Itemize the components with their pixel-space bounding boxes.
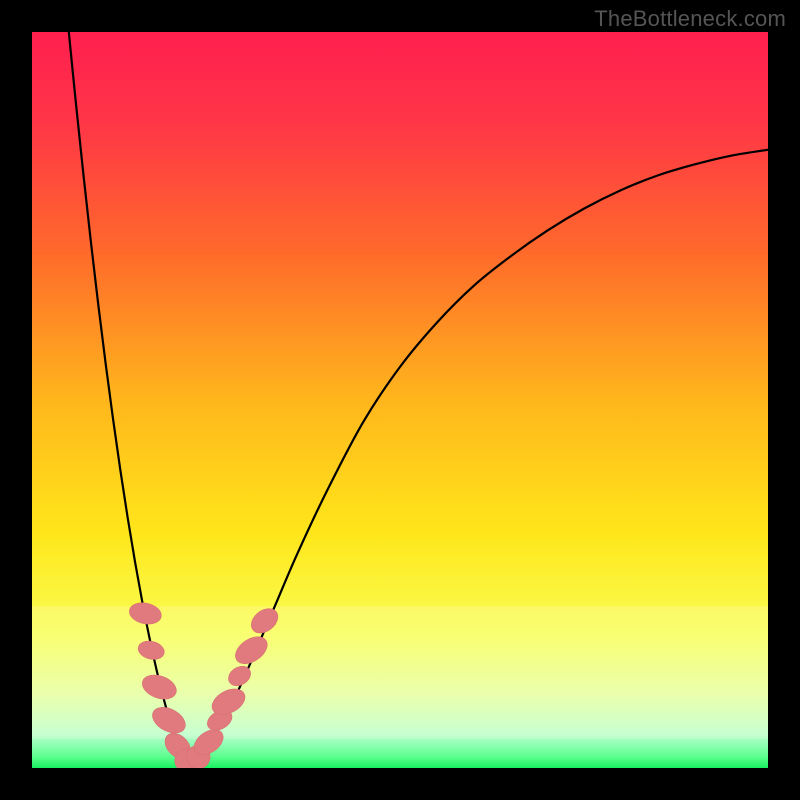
acceptable-band bbox=[32, 606, 768, 738]
watermark-text: TheBottleneck.com bbox=[594, 6, 786, 32]
plot-svg bbox=[32, 32, 768, 768]
outer-frame: TheBottleneck.com bbox=[0, 0, 800, 800]
plot-canvas bbox=[32, 32, 768, 768]
